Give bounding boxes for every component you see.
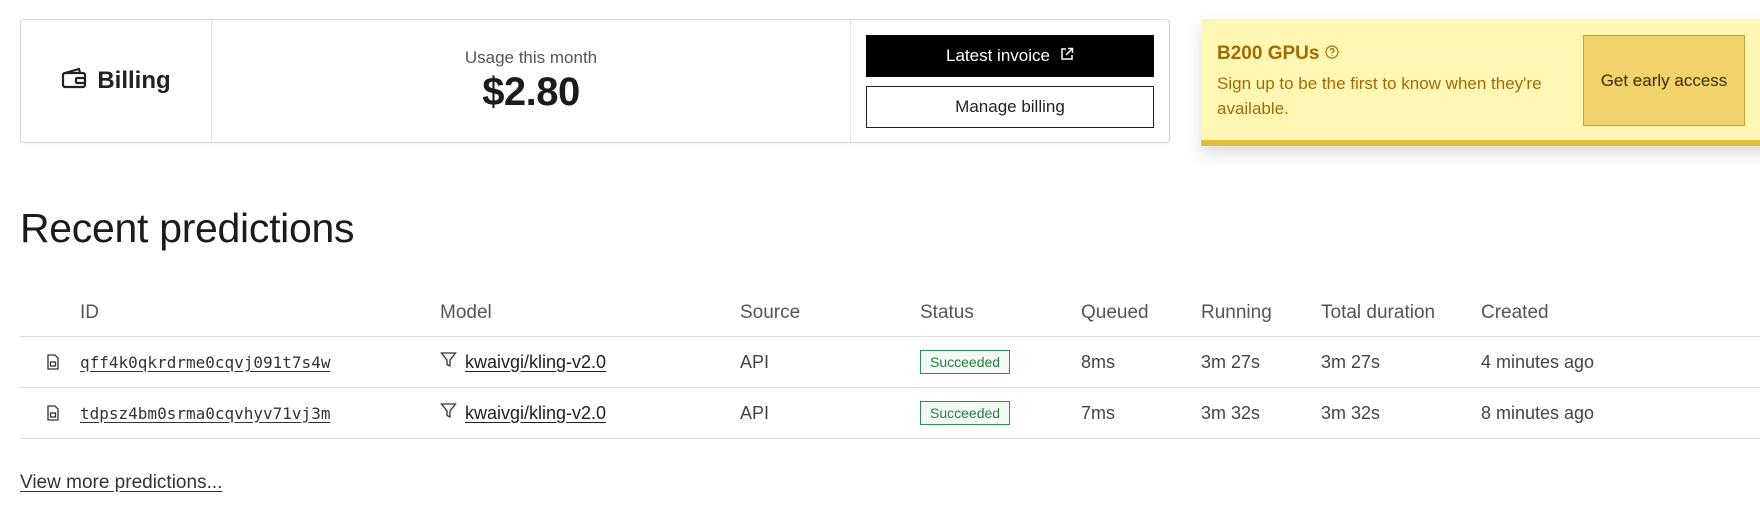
total-duration-cell: 3m 27s	[1321, 351, 1381, 372]
table-header: ID Model Source Status Queued Running To…	[20, 290, 1760, 337]
promo-title: B200 GPUs	[1217, 43, 1320, 64]
usage-section: Usage this month $2.80	[212, 20, 851, 142]
source-cell: API	[740, 351, 770, 372]
column-header-status: Status	[920, 302, 974, 323]
model-name: kwaivgi/kling-v2.0	[465, 402, 607, 423]
b200-promo-banner: B200 GPUs Sign up to be the first to kno…	[1201, 19, 1760, 146]
created-cell: 8 minutes ago	[1481, 402, 1595, 423]
promo-title-row: B200 GPUs	[1217, 43, 1340, 65]
filter-icon	[440, 351, 457, 373]
status-badge: Succeeded	[920, 401, 1011, 425]
total-duration-cell: 3m 32s	[1321, 402, 1381, 423]
recent-predictions-heading: Recent predictions	[20, 205, 355, 251]
filter-icon	[440, 402, 457, 424]
external-link-icon	[1060, 46, 1074, 66]
promo-text: Sign up to be the first to know when the…	[1217, 74, 1542, 118]
model-link[interactable]: kwaivgi/kling-v2.0	[440, 402, 606, 424]
running-cell: 3m 32s	[1201, 402, 1261, 423]
document-icon	[20, 405, 80, 421]
column-header-total-duration: Total duration	[1321, 302, 1436, 323]
created-cell: 4 minutes ago	[1481, 351, 1595, 372]
column-header-created: Created	[1481, 302, 1549, 323]
model-link[interactable]: kwaivgi/kling-v2.0	[440, 351, 606, 373]
column-header-source: Source	[740, 302, 801, 323]
get-early-access-button[interactable]: Get early access	[1583, 35, 1745, 126]
table-row[interactable]: qff4k0qkrdrme0cqvj091t7s4w kwaivgi/kling…	[20, 337, 1760, 388]
latest-invoice-label: Latest invoice	[946, 45, 1050, 65]
billing-section: Billing	[21, 20, 212, 142]
usage-label: Usage this month	[464, 47, 598, 67]
queued-cell: 8ms	[1081, 351, 1116, 372]
queued-cell: 7ms	[1081, 402, 1116, 423]
billing-card: Billing Usage this month $2.80 Latest in…	[20, 19, 1170, 143]
document-icon	[20, 354, 80, 370]
column-header-running: Running	[1201, 302, 1272, 323]
column-header-queued: Queued	[1081, 302, 1149, 323]
source-cell: API	[740, 402, 770, 423]
running-cell: 3m 27s	[1201, 351, 1261, 372]
latest-invoice-button[interactable]: Latest invoice	[866, 34, 1154, 77]
billing-actions: Latest invoice Manage billing	[851, 20, 1169, 142]
table-row[interactable]: tdpsz4bm0srma0cqvhyv71vj3m kwaivgi/kling…	[20, 388, 1760, 439]
column-header-model: Model	[440, 302, 492, 323]
manage-billing-button[interactable]: Manage billing	[866, 85, 1154, 128]
prediction-id-link[interactable]: tdpsz4bm0srma0cqvhyv71vj3m	[80, 404, 330, 423]
view-more-predictions-link[interactable]: View more predictions...	[20, 472, 222, 494]
predictions-table: ID Model Source Status Queued Running To…	[20, 290, 1760, 439]
status-badge: Succeeded	[920, 350, 1011, 374]
wallet-icon	[61, 66, 87, 97]
usage-value: $2.80	[482, 69, 580, 114]
column-header-id: ID	[80, 302, 99, 323]
prediction-id-link[interactable]: qff4k0qkrdrme0cqvj091t7s4w	[80, 353, 330, 372]
billing-title: Billing	[97, 67, 171, 94]
help-circle-icon[interactable]	[1325, 43, 1340, 65]
model-name: kwaivgi/kling-v2.0	[465, 351, 607, 372]
